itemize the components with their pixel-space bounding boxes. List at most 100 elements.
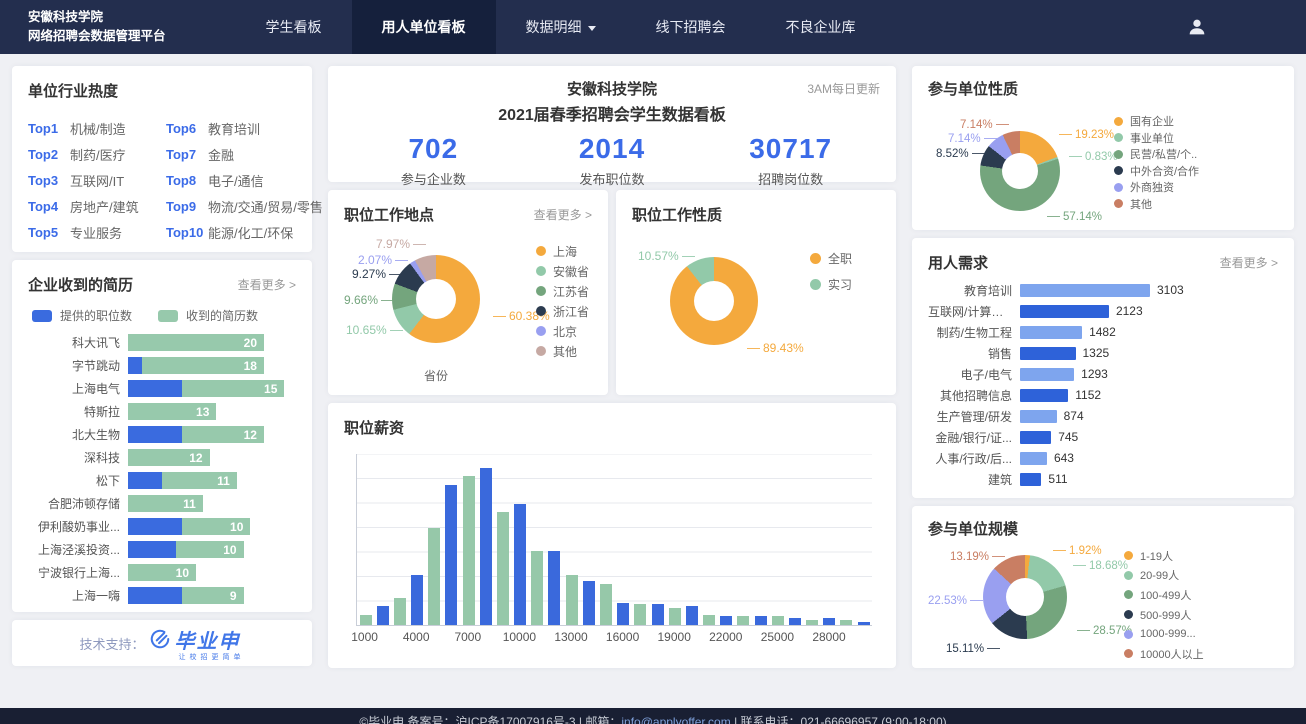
legend-dot [1114,117,1123,126]
histogram-slot [683,454,700,625]
hiring-demand-title: 用人需求 [928,252,988,273]
view-more-link[interactable]: 查看更多 > [238,276,296,293]
demand-category-label: 教育培训 [928,282,1020,299]
demand-bar [1020,452,1047,465]
histogram-bar [514,504,526,625]
demand-row: 销售 1325 [928,346,1278,360]
donut-callout-label: 22.53% [928,595,986,607]
nav-item-学生看板[interactable]: 学生看板 [236,0,352,54]
donut-callout-label: 10.57% [638,249,698,263]
legend-item[interactable]: 民营/私营/个.. [1114,146,1199,163]
callout-leader-line [395,260,408,261]
resume-row: 北大生物 12 [28,426,296,443]
legend-swatch [32,310,52,322]
user-account-button[interactable] [1186,16,1208,38]
legend-item[interactable]: 全职 [810,245,852,271]
histogram-bar [531,551,543,625]
legend-item[interactable]: 上海 [536,241,589,261]
legend-label: 1-19人 [1140,548,1173,564]
demand-category-label: 销售 [928,345,1020,362]
legend-label: 其他 [553,343,577,360]
resume-row: 上海一嗨9 [28,587,296,604]
legend-item[interactable]: 江苏省 [536,281,589,301]
legend-item[interactable]: 500-999人 [1124,605,1204,625]
industry-item: Top7金融 [166,141,323,167]
demand-bar [1020,326,1082,339]
legend-label: 500-999人 [1140,607,1191,623]
legend-item[interactable]: 10000人以上 [1124,644,1204,664]
legend-item[interactable]: 其他 [1114,196,1199,213]
legend-item[interactable]: 提供的职位数 [32,307,132,324]
industry-item: Top10能源/化工/环保 [166,219,323,245]
histogram-bar [463,476,475,625]
nav-item-数据明细[interactable]: 数据明细 [496,0,626,54]
left-column: 单位行业热度 Top1机械/制造Top2制药/医疗Top3互联网/ITTop4房… [12,66,312,666]
demand-category-label: 制药/生物工程 [928,324,1020,341]
callout-leader-line [1077,630,1090,631]
histogram-slot [546,454,563,625]
legend-item[interactable]: 实习 [810,271,852,297]
legend-item[interactable]: 外商独资 [1114,179,1199,196]
stacked-bar: 13 [128,403,216,420]
donut-callout-label: 57.14% [1044,211,1102,223]
histogram-bar [858,622,870,625]
demand-bar [1020,368,1074,381]
legend-item[interactable]: 国有企业 [1114,113,1199,130]
legend-item[interactable]: 浙江省 [536,301,589,321]
legend-dot [1124,551,1133,560]
vendor-logo[interactable]: 毕业申 让校招更简单 [149,625,245,662]
legend-dot [1114,166,1123,175]
industry-item: Top6教育培训 [166,115,323,141]
legend-item[interactable]: 1000-999... [1124,624,1204,644]
legend-label: 国有企业 [1130,113,1174,129]
brand-line2: 网络招聘会数据管理平台 [28,27,166,46]
industry-item: Top8电子/通信 [166,167,323,193]
unit-scale-donut-chart: 1.92%18.68%28.57%15.11%22.53%13.19%1-19人… [928,543,1278,663]
callout-leader-line [682,256,695,257]
right-column: 参与单位性质 19.23%0.83%57.14%8.52%7.14%7.14%国… [912,66,1294,668]
demand-bar [1020,473,1041,486]
top-navbar: 安徽科技学院 网络招聘会数据管理平台 学生看板用人单位看板数据明细线下招聘会不良… [0,0,1306,54]
dashboard-title-line1: 安徽科技学院 [344,78,880,99]
legend-dot [536,266,546,276]
stacked-bar: 11 [128,495,203,512]
demand-row: 电子/电气1293 [928,367,1278,381]
legend-item[interactable]: 20-99人 [1124,566,1204,586]
legend-label: 提供的职位数 [60,307,132,324]
demand-row: 生产管理/研发874 [928,409,1278,423]
demand-value: 1325 [1083,346,1110,360]
legend-item[interactable]: 事业单位 [1114,130,1199,147]
histogram-bar [634,604,646,625]
histogram-bar [806,620,818,625]
company-name: 上海一嗨 [28,587,128,604]
provided-jobs-bar [128,380,182,397]
view-more-link[interactable]: 查看更多 > [534,206,592,223]
donut-callout-label: 7.14% [948,133,1000,145]
industry-item: Top3互联网/IT [28,167,166,193]
demand-bar [1020,284,1150,297]
received-resumes-bar: 18 [142,357,264,374]
nav-item-不良企业库[interactable]: 不良企业库 [756,0,886,54]
view-more-link[interactable]: 查看更多 > [1220,254,1278,271]
resume-row: 上海电气15 [28,380,296,397]
legend-item[interactable]: 收到的简历数 [158,307,258,324]
company-name: 北大生物 [28,426,128,443]
legend-label: 实习 [828,276,852,293]
nav-item-用人单位看板[interactable]: 用人单位看板 [352,0,496,54]
summary-stats-card: 3AM每日更新 安徽科技学院 2021届春季招聘会学生数据看板 702参与企业数… [328,66,896,182]
legend-item[interactable]: 其他 [536,341,589,361]
legend-item[interactable]: 1-19人 [1124,546,1204,566]
provided-jobs-bar [128,587,182,604]
donut-callout-label: 9.66% [344,293,397,307]
legend-item[interactable]: 100-499人 [1124,585,1204,605]
footer-text: ©毕业申 备案号：沪ICP备17007916号-3 | 邮箱： [359,715,621,724]
histogram-slot [803,454,820,625]
legend-item[interactable]: 北京 [536,321,589,341]
donut-callout-label: 1.92% [1050,545,1102,557]
industry-rank: Top9 [166,199,208,214]
legend-item[interactable]: 安徽省 [536,261,589,281]
nav-item-线下招聘会[interactable]: 线下招聘会 [626,0,756,54]
donut-callout-label: 9.27% [352,267,405,281]
legend-item[interactable]: 中外合资/合作 [1114,163,1199,180]
received-resumes-bar: 12 [182,426,264,443]
